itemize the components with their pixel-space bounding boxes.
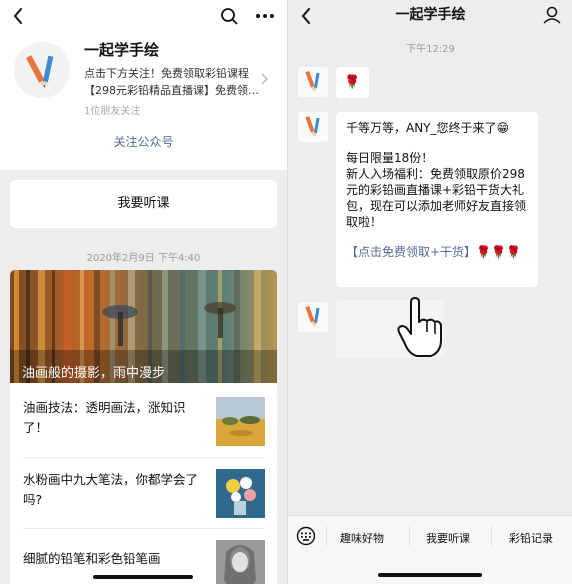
message-timestamp: 2020年2月9日 下午4:40 xyxy=(86,253,201,264)
article-thumbnail xyxy=(216,397,265,446)
message-offer: 新人入场福利：免费领取原价298元的彩铅画直播课+彩铅干货大礼包，现在可以添加老… xyxy=(346,167,527,229)
follow-account-button[interactable]: 关注公众号 xyxy=(0,133,287,150)
rose-emoji: 🌹🌹🌹 xyxy=(476,245,521,259)
chat-panel: 一起学手绘 下午12:29 🌹 千等万等，ANY_您终于来了😁 每日限量18份！… xyxy=(287,0,572,584)
followers-count: 1位朋友关注 xyxy=(84,106,141,117)
chat-title: 一起学手绘 xyxy=(395,7,466,23)
article-title: 油画技法：透明画法，涨知识了！ xyxy=(23,400,186,435)
pencil-logo-icon xyxy=(305,115,320,137)
menu-separator xyxy=(491,526,492,546)
message-greeting: 千等万等，ANY_您终于来了😁 xyxy=(346,121,510,135)
search-icon[interactable] xyxy=(218,5,240,27)
article-cover-title: 油画般的摄影，雨中漫步 xyxy=(22,366,166,381)
article-item[interactable]: 水粉画中九大笔法，你都学会了吗? xyxy=(10,458,277,528)
more-icon[interactable] xyxy=(252,6,278,26)
listen-course-button[interactable]: 我要听课 xyxy=(10,180,277,228)
menu-item-fun-goods[interactable]: 趣味好物 xyxy=(340,530,384,546)
account-header: 一起学手绘 点击下方关注！免费领取彩铅课程 【298元彩铅精品直播课】免费领… … xyxy=(0,0,287,170)
article-item[interactable]: 油画技法：透明画法，涨知识了！ xyxy=(10,386,277,456)
menu-separator xyxy=(326,526,327,546)
sender-avatar[interactable] xyxy=(298,302,328,332)
menu-item-listen-course[interactable]: 我要听课 xyxy=(426,530,470,546)
article-cover-image[interactable]: 油画般的摄影，雨中漫步 xyxy=(10,270,277,383)
menu-separator xyxy=(409,526,410,546)
home-indicator xyxy=(93,575,193,579)
back-arrow-icon[interactable] xyxy=(8,4,30,28)
article-title: 水粉画中九大笔法，你都学会了吗? xyxy=(23,472,199,507)
article-title: 细腻的铅笔和彩色铅笔画 xyxy=(23,551,161,566)
message-bubble[interactable]: 🌹 xyxy=(336,67,369,98)
keyboard-icon[interactable] xyxy=(296,526,316,546)
profile-icon[interactable] xyxy=(541,4,563,26)
article-card[interactable]: 油画般的摄影，雨中漫步 油画技法：透明画法，涨知识了！ 水粉画中九大笔法，你都学… xyxy=(10,270,277,584)
account-description-line2: 【298元彩铅精品直播课】免费领… xyxy=(84,84,259,97)
article-thumbnail xyxy=(216,469,265,518)
account-avatar[interactable] xyxy=(14,42,70,98)
hand-pointer-icon xyxy=(397,297,442,357)
sender-avatar[interactable] xyxy=(298,67,328,97)
pencil-logo-icon xyxy=(305,305,320,327)
account-name: 一起学手绘 xyxy=(84,41,160,59)
free-claim-link[interactable]: 【点击免费领取+干货】 xyxy=(346,245,476,259)
pencil-logo-icon xyxy=(14,42,70,98)
sender-avatar[interactable] xyxy=(298,112,328,142)
account-profile-panel: 一起学手绘 点击下方关注！免费领取彩铅课程 【298元彩铅精品直播课】免费领… … xyxy=(0,0,287,584)
message-limit: 每日限量18份！ xyxy=(346,151,434,165)
chat-time: 下午12:29 xyxy=(406,44,455,55)
rose-emoji: 🌹 xyxy=(344,75,361,90)
pencil-logo-icon xyxy=(305,70,320,92)
chevron-right-icon[interactable] xyxy=(259,72,269,86)
menu-item-pencil-records[interactable]: 彩铅记录 xyxy=(509,530,553,546)
account-description-line1: 点击下方关注！免费领取彩铅课程 xyxy=(84,67,249,80)
home-indicator xyxy=(378,573,482,577)
message-bubble[interactable]: 千等万等，ANY_您终于来了😁 每日限量18份！ 新人入场福利：免费领取原价29… xyxy=(336,112,538,287)
article-thumbnail xyxy=(216,540,265,584)
